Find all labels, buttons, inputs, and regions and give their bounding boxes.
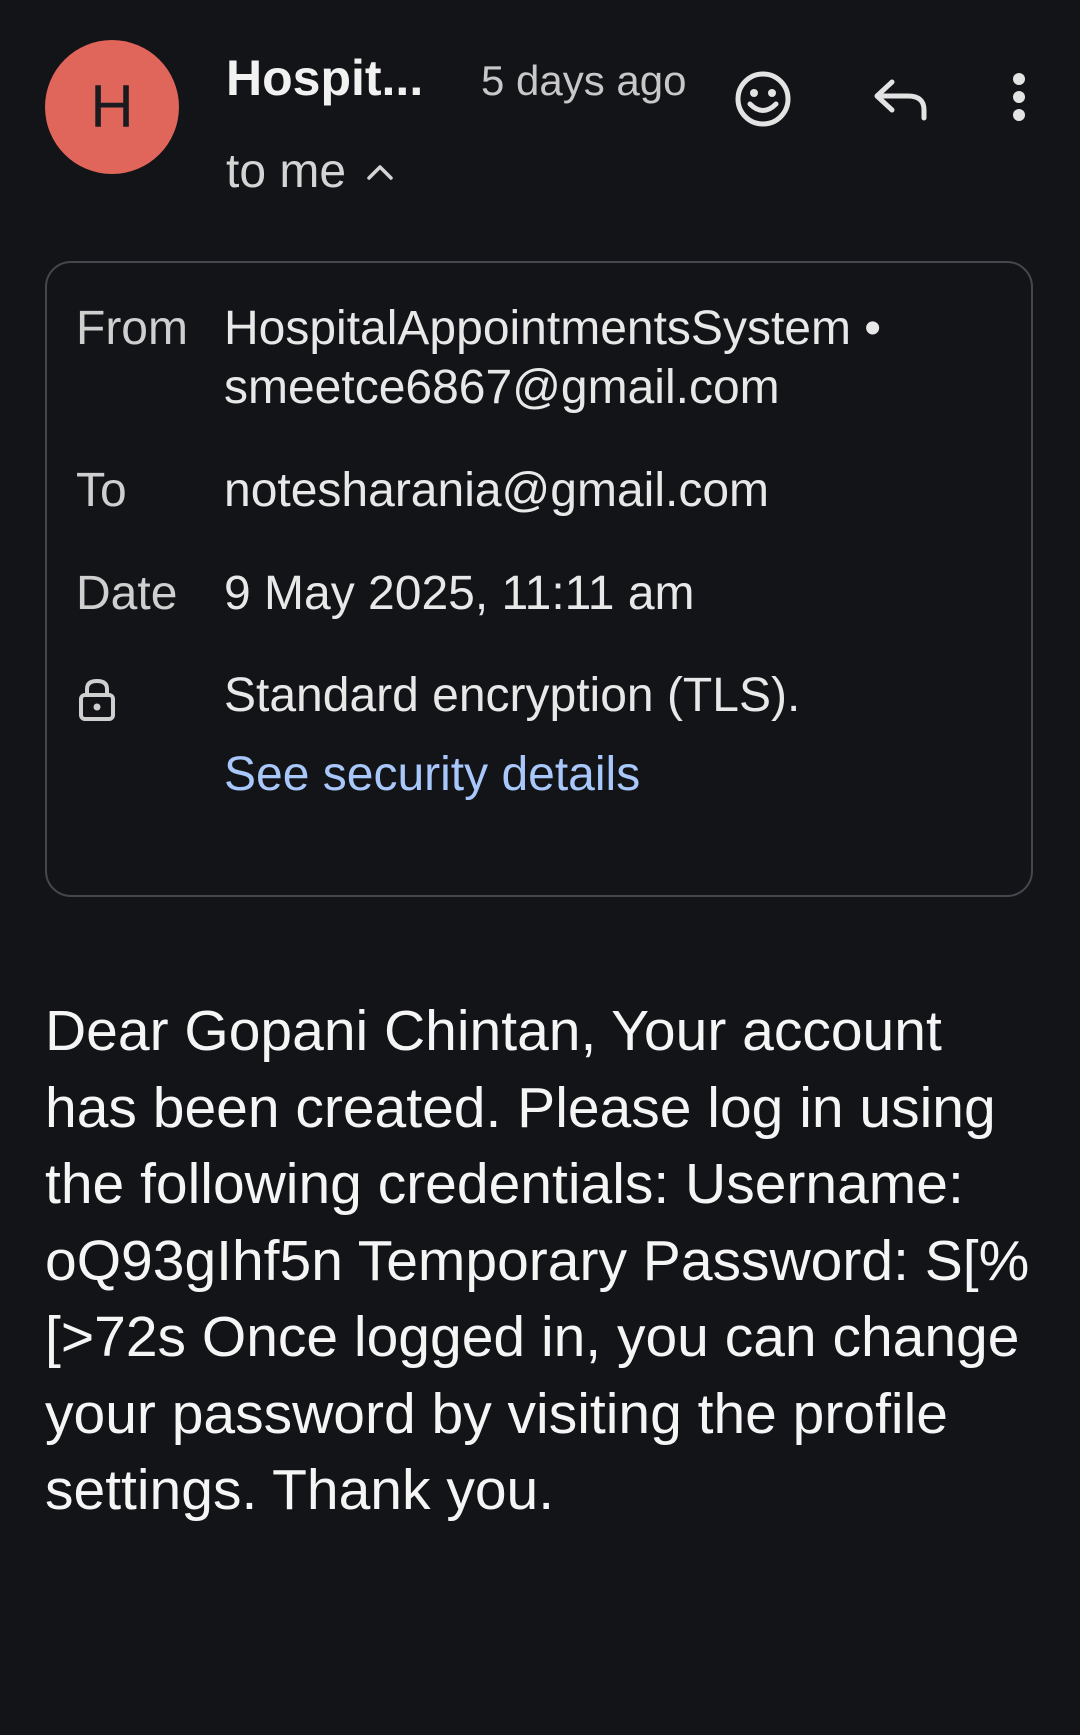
- from-email[interactable]: smeetce6867@gmail.com: [224, 359, 780, 417]
- message-details-card: From HospitalAppointmentsSystem • smeetc…: [45, 261, 1033, 897]
- more-vert-icon: [1013, 73, 1025, 121]
- recipient-details-toggle[interactable]: to me: [226, 142, 394, 202]
- to-email[interactable]: notesharania@gmail.com: [224, 462, 769, 520]
- lock-icon: [79, 678, 115, 721]
- email-view: H Hospit... 5 days ago to me From Hospit…: [0, 0, 1080, 1735]
- to-label: To: [76, 464, 127, 517]
- reply-icon: [874, 79, 927, 121]
- date-value: 9 May 2025, 11:11 am: [224, 567, 695, 620]
- encryption-info: Standard encryption (TLS).: [224, 669, 801, 722]
- sender-name[interactable]: Hospit...: [226, 48, 423, 108]
- reply-button[interactable]: [866, 68, 936, 130]
- add-reaction-button[interactable]: [730, 66, 796, 132]
- from-label: From: [76, 302, 188, 355]
- security-details-link[interactable]: See security details: [224, 746, 640, 804]
- from-name: HospitalAppointmentsSystem •: [224, 302, 882, 355]
- sender-avatar[interactable]: H: [45, 40, 179, 174]
- more-options-button[interactable]: [1004, 70, 1034, 124]
- avatar-letter: H: [90, 73, 134, 140]
- message-body: Dear Gopani Chintan, Your account has be…: [45, 999, 1030, 1522]
- recipient-summary: to me: [226, 145, 347, 198]
- emoji-icon: [735, 71, 791, 127]
- message-time: 5 days ago: [481, 57, 687, 104]
- date-label: Date: [76, 567, 178, 620]
- chevron-up-icon: [367, 165, 393, 180]
